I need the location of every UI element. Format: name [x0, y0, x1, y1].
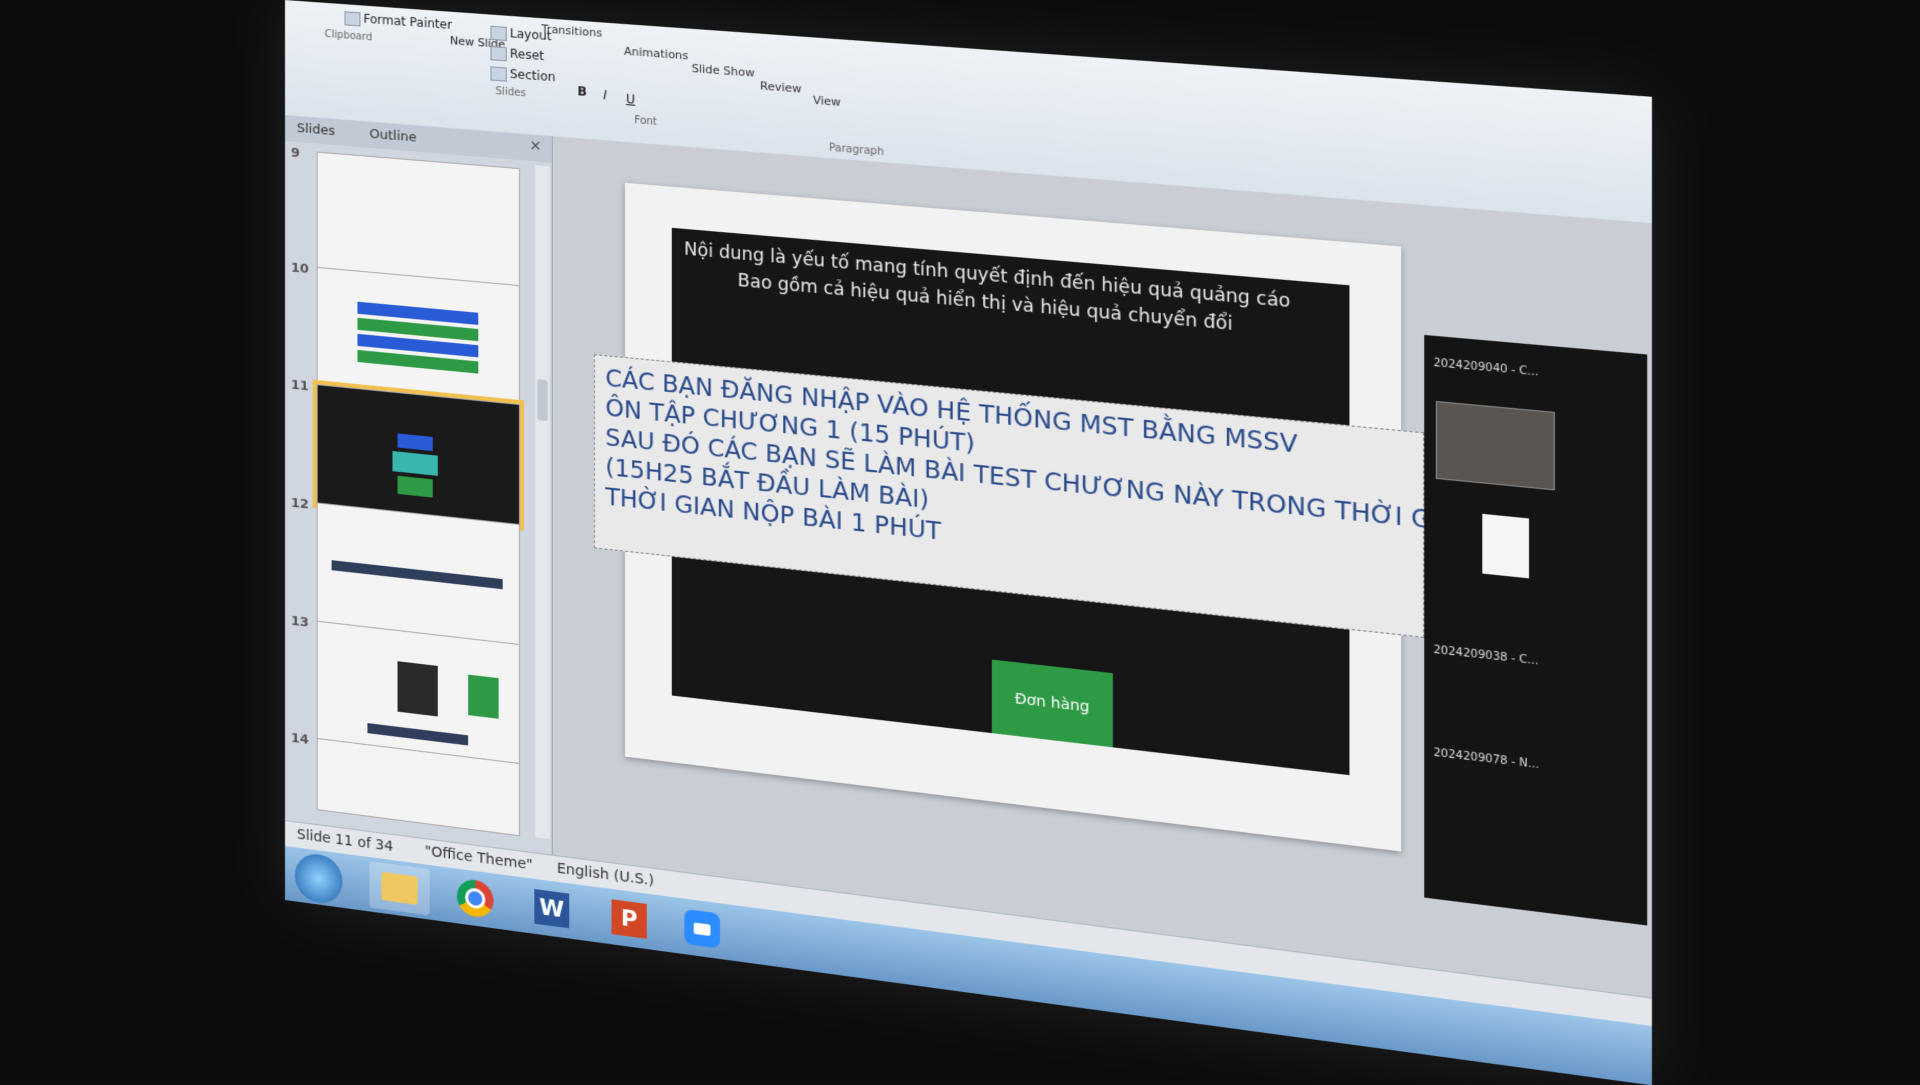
brush-icon	[344, 10, 361, 26]
current-slide[interactable]: Đơn hàng Nội dung là yếu tố mang tính qu…	[593, 182, 1528, 852]
slides-pane: Slides Outline × 9 10 11 12 13 14	[285, 115, 553, 855]
tab-slide-show[interactable]: Slide Show	[692, 62, 755, 80]
group-font: Font	[634, 114, 657, 128]
bold-button[interactable]: B	[577, 84, 586, 99]
tab-review[interactable]: Review	[760, 79, 802, 96]
word-icon[interactable]: W	[521, 881, 583, 936]
group-clipboard: Clipboard	[324, 28, 373, 44]
tab-slides[interactable]: Slides	[297, 121, 335, 139]
participant-video	[1435, 400, 1555, 491]
powerpoint-screen: Transitions Animations Slide Show Review…	[285, 0, 1652, 1085]
zoom-icon[interactable]	[671, 901, 734, 957]
group-slides: Slides	[495, 85, 526, 100]
participant-label: 2024209040 - C...	[1433, 357, 1539, 379]
green-block: Đơn hàng	[991, 659, 1113, 748]
slide-number: 14	[290, 730, 309, 748]
tab-view[interactable]: View	[813, 93, 841, 109]
close-pane-icon[interactable]: ×	[529, 137, 541, 154]
format-painter-button[interactable]: Format Painter	[344, 10, 452, 32]
participant-label: 2024209038 - C...	[1433, 644, 1539, 668]
file-explorer-icon[interactable]	[369, 861, 430, 916]
underline-button[interactable]: U	[626, 92, 635, 107]
slide-number: 13	[290, 613, 309, 631]
meeting-participants-panel: 2024209040 - C... 2024209038 - C... 2024…	[1424, 334, 1648, 926]
participant-label: 2024209078 - N...	[1433, 747, 1540, 772]
section-icon	[490, 65, 507, 82]
pane-scrollbar[interactable]	[535, 165, 550, 840]
powerpoint-icon[interactable]: P	[598, 891, 660, 946]
scrollbar-thumb[interactable]	[537, 379, 548, 422]
chrome-icon[interactable]	[445, 871, 506, 926]
slide-number: 11	[290, 377, 309, 395]
tab-outline[interactable]: Outline	[369, 127, 416, 146]
tab-animations[interactable]: Animations	[624, 44, 688, 62]
layout-icon	[490, 25, 507, 41]
reset-button[interactable]: Reset	[490, 45, 544, 64]
slide-number: 12	[290, 495, 309, 513]
slide-editor: Đơn hàng Nội dung là yếu tố mang tính qu…	[552, 136, 1652, 998]
group-paragraph: Paragraph	[828, 142, 884, 159]
participant-avatar	[1482, 513, 1530, 579]
start-button[interactable]	[294, 851, 343, 906]
italic-button[interactable]: I	[603, 88, 607, 103]
slide-number: 9	[290, 145, 300, 162]
slide-number: 10	[290, 260, 309, 278]
reset-icon	[490, 45, 507, 61]
section-button[interactable]: Section	[490, 65, 555, 85]
